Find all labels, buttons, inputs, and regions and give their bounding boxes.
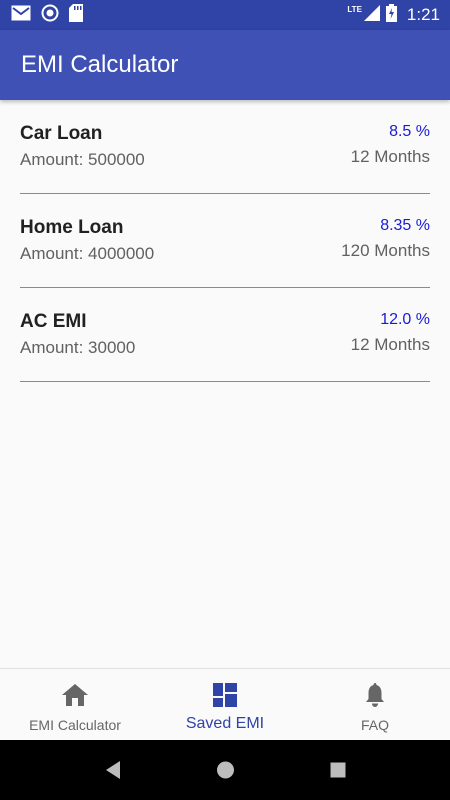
loan-term: 12 Months (350, 147, 430, 166)
list-item[interactable]: Home Loan Amount: 4000000 8.35 % 120 Mon… (20, 194, 430, 288)
nav-emi-calculator[interactable]: EMI Calculator (0, 669, 150, 741)
loan-term: 12 Months (350, 335, 430, 354)
loan-amount: Amount: 4000000 (20, 244, 155, 263)
loan-term: 120 Months (341, 241, 430, 260)
gmail-icon (11, 5, 31, 26)
recents-icon[interactable] (330, 760, 346, 785)
home-button-icon[interactable] (216, 760, 235, 785)
list-item[interactable]: Car Loan Amount: 500000 8.5 % 12 Months (20, 100, 430, 194)
nav-label: FAQ (360, 717, 389, 733)
bottom-navigation: EMI Calculator Saved EMI FAQ (0, 668, 450, 741)
status-time: 1:21 (406, 5, 440, 24)
sd-card-icon (69, 3, 83, 27)
loan-rate: 8.5 % (389, 123, 430, 140)
sync-icon (41, 4, 59, 27)
loan-rate: 8.35 % (380, 217, 430, 234)
app-title: EMI Calculator (21, 51, 179, 78)
dashboard-icon (213, 683, 237, 707)
loan-amount: Amount: 30000 (20, 338, 136, 357)
loan-rate: 12.0 % (380, 311, 430, 328)
system-navigation-bar (0, 740, 450, 800)
list-item[interactable]: AC EMI Amount: 30000 12.0 % 12 Months (20, 288, 430, 382)
home-icon (62, 683, 88, 707)
loan-name: AC EMI (20, 311, 87, 332)
back-icon[interactable] (104, 760, 122, 785)
nav-faq[interactable]: FAQ (300, 669, 450, 741)
nav-label: EMI Calculator (29, 717, 121, 733)
nav-label: Saved EMI (185, 715, 265, 732)
network-type: LTE (347, 4, 362, 14)
nav-saved-emi[interactable]: Saved EMI (150, 669, 300, 741)
bell-icon (365, 683, 385, 707)
status-bar: LTE 1:21 (0, 0, 450, 30)
battery-icon (385, 3, 397, 27)
loan-amount: Amount: 500000 (20, 150, 145, 169)
signal-icon (363, 4, 380, 26)
saved-emi-list: Car Loan Amount: 500000 8.5 % 12 Months … (20, 100, 430, 382)
loan-name: Car Loan (20, 123, 103, 144)
loan-name: Home Loan (20, 217, 124, 238)
app-bar: EMI Calculator (0, 30, 450, 100)
